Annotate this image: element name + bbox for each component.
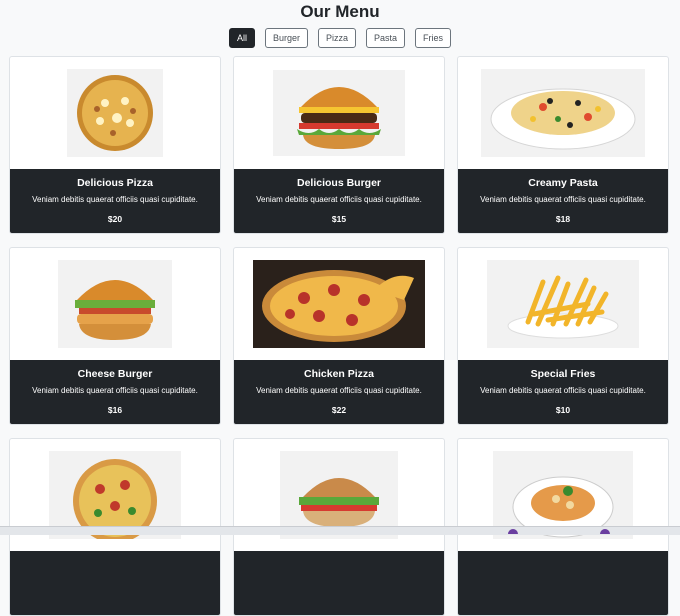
card-image-area: [234, 248, 444, 360]
taskbar-app-icon[interactable]: [508, 529, 518, 534]
filter-pasta-button[interactable]: Pasta: [366, 28, 406, 48]
menu-card-cheese-burger[interactable]: Cheese Burger Veniam debitis quaerat off…: [9, 247, 221, 425]
card-body: [458, 550, 668, 615]
taskbar-app-icon[interactable]: [600, 529, 610, 534]
menu-card-chicken-pizza[interactable]: Chicken Pizza Veniam debitis quaerat off…: [233, 247, 445, 425]
item-title: Chicken Pizza: [303, 367, 375, 380]
item-title: Delicious Pizza: [77, 176, 153, 189]
pizza-image: [253, 259, 425, 348]
card-body: Delicious Burger Veniam debitis quaerat …: [234, 168, 444, 233]
item-price: $22: [331, 404, 347, 415]
card-body: Cheese Burger Veniam debitis quaerat off…: [10, 359, 220, 424]
item-price: $18: [555, 213, 571, 224]
item-description: Veniam debitis quaerat officiis quasi cu…: [480, 194, 646, 204]
category-filters: All Burger Pizza Pasta Fries: [0, 28, 680, 48]
item-description: Veniam debitis quaerat officiis quasi cu…: [480, 385, 646, 395]
taskbar: [0, 526, 680, 535]
card-image-area: [458, 57, 668, 169]
burger-image: [273, 69, 405, 156]
fries-image: [487, 259, 639, 348]
page-title: Our Menu: [300, 2, 380, 21]
item-description: Veniam debitis quaerat officiis quasi cu…: [256, 385, 422, 395]
item-title: Special Fries: [530, 367, 596, 380]
card-image-area: [458, 248, 668, 360]
item-title: Creamy Pasta: [528, 176, 598, 189]
card-body: Special Fries Veniam debitis quaerat off…: [458, 359, 668, 424]
pizza-image: [67, 68, 163, 157]
card-image-area: [10, 57, 220, 169]
pasta-image: [481, 68, 645, 157]
filter-fries-button[interactable]: Fries: [415, 28, 452, 48]
menu-card-delicious-burger[interactable]: Delicious Burger Veniam debitis quaerat …: [233, 56, 445, 234]
item-price: $16: [107, 404, 123, 415]
menu-card-delicious-pizza[interactable]: Delicious Pizza Veniam debitis quaerat o…: [9, 56, 221, 234]
burger-image: [58, 259, 172, 348]
menu-card-creamy-pasta[interactable]: Creamy Pasta Veniam debitis quaerat offi…: [457, 56, 669, 234]
item-price: $10: [555, 404, 571, 415]
card-body: [10, 550, 220, 615]
item-price: $20: [107, 213, 123, 224]
menu-card-special-fries[interactable]: Special Fries Veniam debitis quaerat off…: [457, 247, 669, 425]
filter-pizza-button[interactable]: Pizza: [318, 28, 357, 48]
card-body: Delicious Pizza Veniam debitis quaerat o…: [10, 168, 220, 233]
item-description: Veniam debitis quaerat officiis quasi cu…: [32, 385, 198, 395]
item-title: Cheese Burger: [77, 367, 153, 380]
item-title: Delicious Burger: [296, 176, 382, 189]
card-image-area: [10, 248, 220, 360]
card-image-area: [234, 57, 444, 169]
filter-burger-button[interactable]: Burger: [264, 28, 308, 48]
card-body: Chicken Pizza Veniam debitis quaerat off…: [234, 359, 444, 424]
filter-all-button[interactable]: All: [228, 28, 255, 48]
card-body: [234, 550, 444, 615]
card-body: Creamy Pasta Veniam debitis quaerat offi…: [458, 168, 668, 233]
item-description: Veniam debitis quaerat officiis quasi cu…: [256, 194, 422, 204]
item-price: $15: [331, 213, 347, 224]
item-description: Veniam debitis quaerat officiis quasi cu…: [32, 194, 198, 204]
